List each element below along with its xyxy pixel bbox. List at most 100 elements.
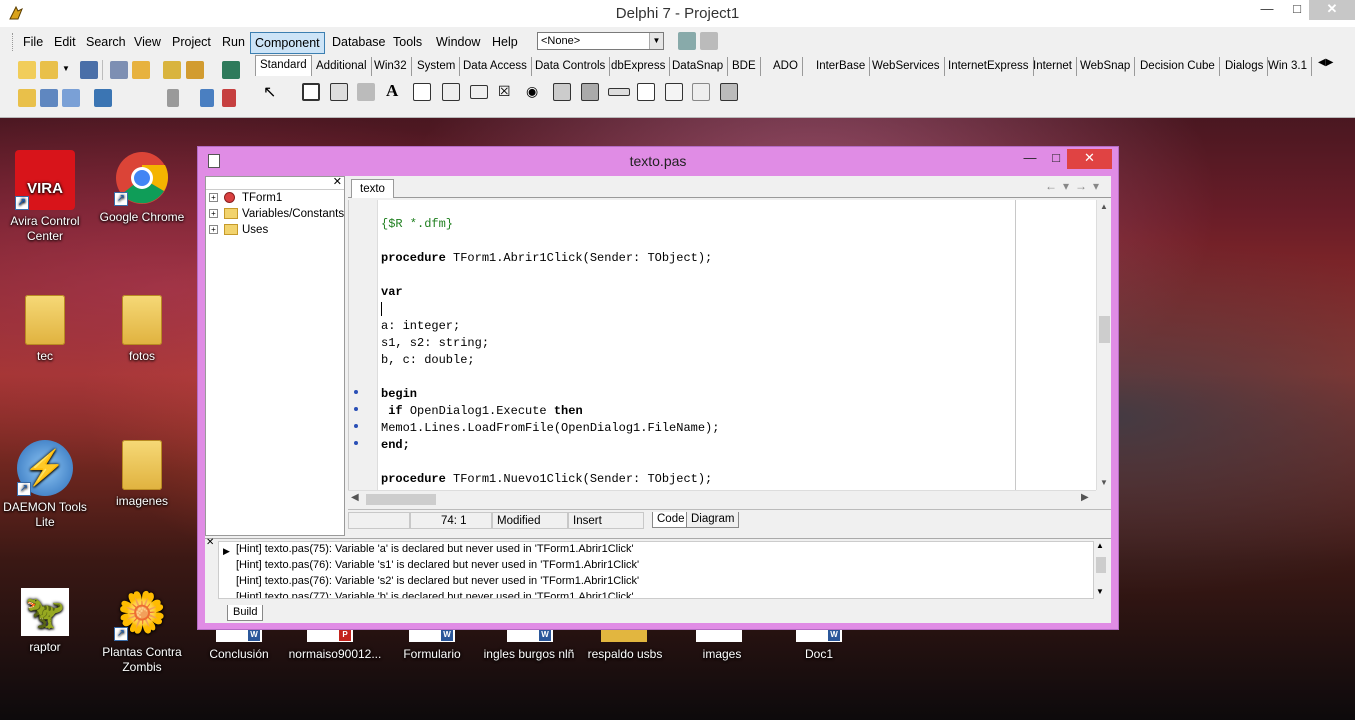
view-form-icon[interactable]	[40, 89, 58, 107]
desktop-icon-conclusion[interactable]: Conclusión	[191, 647, 287, 662]
palette-tab-data-controls[interactable]: Data Controls	[531, 57, 611, 76]
scroll-down-icon[interactable]: ▼	[1096, 587, 1104, 596]
listbox-component-icon[interactable]	[553, 83, 571, 101]
actionlist-component-icon[interactable]	[720, 83, 738, 101]
radiogroup-component-icon[interactable]	[665, 83, 683, 101]
message-line[interactable]: [Hint] texto.pas(76): Variable 's2' is d…	[236, 574, 639, 589]
popupmenu-component-icon[interactable]	[330, 83, 348, 101]
groupbox-component-icon[interactable]	[637, 83, 655, 101]
expand-icon[interactable]: +	[209, 225, 218, 234]
view-unit-icon[interactable]	[18, 89, 36, 107]
palette-tab-internet[interactable]: Internet	[1029, 57, 1077, 76]
messages-scrollbar[interactable]: ▲ ▼	[1094, 541, 1108, 599]
open-icon[interactable]	[40, 61, 58, 79]
save-all-icon[interactable]	[110, 61, 128, 79]
history-nav[interactable]: ←▾→▾	[1045, 179, 1105, 193]
palette-tab-interbase[interactable]: InterBase	[812, 57, 871, 76]
tree-item-uses[interactable]: + Uses	[206, 222, 344, 238]
horizontal-scrollbar[interactable]: ◀ ▶	[348, 490, 1096, 506]
back-arrow-icon[interactable]: ←	[1045, 179, 1063, 193]
close-button[interactable]: ✕	[1309, 0, 1355, 20]
close-icon[interactable]: ✕	[333, 175, 342, 188]
menu-view[interactable]: View	[130, 32, 165, 54]
expand-icon[interactable]: +	[209, 193, 218, 202]
toggle-form-unit-icon[interactable]	[62, 89, 80, 107]
vertical-scrollbar[interactable]: ▲ ▼	[1096, 200, 1111, 490]
edit-component-icon[interactable]	[413, 83, 431, 101]
save-icon[interactable]	[80, 61, 98, 79]
desktop-icon-doc1[interactable]: Doc1	[771, 647, 867, 662]
palette-tab-additional[interactable]: Additional	[312, 57, 372, 76]
close-button[interactable]: ✕	[1067, 149, 1112, 169]
code-editor[interactable]: {$R *.dfm} procedure TForm1.Abrir1Click(…	[348, 200, 1096, 490]
palette-tab-win31[interactable]: Win 3.1	[1264, 57, 1312, 76]
forward-arrow-icon[interactable]: →	[1075, 179, 1093, 193]
menu-tools[interactable]: Tools	[389, 32, 426, 54]
panel-component-icon[interactable]	[692, 83, 710, 101]
menu-component[interactable]: Component	[250, 32, 325, 54]
menu-edit[interactable]: Edit	[50, 32, 80, 54]
scroll-thumb[interactable]	[366, 494, 436, 505]
new-form-icon[interactable]	[94, 89, 112, 107]
memo-component-icon[interactable]	[442, 83, 460, 101]
desktop-icon-imagenes[interactable]: imagenes	[94, 440, 190, 509]
mainmenu-component-icon[interactable]	[302, 83, 320, 101]
gutter[interactable]	[349, 200, 378, 490]
remove-from-project-icon[interactable]	[186, 61, 204, 79]
palette-tab-standard[interactable]: Standard	[255, 55, 312, 76]
palette-tab-dialogs[interactable]: Dialogs	[1221, 57, 1269, 76]
palette-tab-ado[interactable]: ADO	[769, 57, 803, 76]
trace-into-icon[interactable]	[200, 89, 214, 107]
desktop-icon-normaiso[interactable]: normaiso90012...	[287, 647, 383, 662]
palette-tab-dbexpress[interactable]: dbExpress	[607, 57, 671, 76]
add-to-project-icon[interactable]	[163, 61, 181, 79]
tab-build[interactable]: Build	[227, 605, 264, 621]
chevron-down-icon[interactable]: ▼	[649, 33, 663, 49]
message-list[interactable]: ▶ [Hint] texto.pas(75): Variable 'a' is …	[218, 541, 1094, 599]
desktop-layout-combo[interactable]: <None> ▼	[537, 32, 664, 50]
desktop-icon-tec[interactable]: tec	[0, 295, 93, 364]
menu-search[interactable]: Search	[82, 32, 130, 54]
tab-texto[interactable]: texto	[351, 179, 394, 198]
menu-window[interactable]: Window	[432, 32, 484, 54]
scroll-thumb[interactable]	[1096, 557, 1106, 573]
desktop-icon-fotos[interactable]: fotos	[94, 295, 190, 364]
palette-tab-websnap[interactable]: WebSnap	[1076, 57, 1136, 76]
desktop-icon-avira[interactable]: VIRA ↗ Avira Control Center	[0, 150, 93, 244]
palette-tab-internetexpress[interactable]: InternetExpress	[944, 57, 1034, 76]
step-over-icon[interactable]	[222, 89, 236, 107]
desktop-icon-plantas-contra-zombis[interactable]: 🌼 ↗ Plantas Contra Zombis	[94, 585, 190, 675]
button-component-icon[interactable]	[470, 85, 488, 99]
menu-help[interactable]: Help	[488, 32, 522, 54]
scroll-up-icon[interactable]: ▲	[1096, 541, 1104, 550]
desktop-icon-raptor[interactable]: 🦖 raptor	[0, 588, 93, 655]
palette-tab-data-access[interactable]: Data Access	[459, 57, 532, 76]
open-project-icon[interactable]	[132, 61, 150, 79]
menu-file[interactable]: File	[19, 32, 47, 54]
combobox-component-icon[interactable]	[581, 83, 599, 101]
desktop-icon-ingles-burgos[interactable]: ingles burgos nlñ	[481, 647, 577, 662]
label-cursor-icon[interactable]	[357, 83, 375, 101]
close-icon[interactable]: ✕	[206, 537, 214, 548]
palette-tab-bde[interactable]: BDE	[728, 57, 761, 76]
palette-tab-datasnap[interactable]: DataSnap	[668, 57, 729, 76]
chevron-down-icon[interactable]: ▾	[1063, 179, 1075, 193]
scroll-down-icon[interactable]: ▼	[1100, 478, 1108, 487]
palette-scroll-arrows[interactable]: ◀▶	[1318, 57, 1348, 73]
menu-run[interactable]: Run	[218, 32, 249, 54]
desktop-icon-respaldo-usbs[interactable]: respaldo usbs	[577, 647, 673, 662]
set-debug-desktop-icon[interactable]	[700, 32, 718, 50]
palette-tab-webservices[interactable]: WebServices	[868, 57, 945, 76]
scrollbar-component-icon[interactable]	[608, 88, 630, 96]
message-line[interactable]: [Hint] texto.pas(75): Variable 'a' is de…	[236, 542, 634, 557]
toolbar-grip[interactable]	[12, 33, 15, 51]
desktop-icon-formulario[interactable]: Formulario	[384, 647, 480, 662]
new-icon[interactable]	[18, 61, 36, 79]
chevron-down-icon[interactable]: ▾	[1093, 179, 1105, 193]
help-icon[interactable]	[222, 61, 240, 79]
tab-code[interactable]: Code	[652, 512, 690, 528]
message-line[interactable]: [Hint] texto.pas(77): Variable 'b' is de…	[236, 590, 634, 598]
tree-item-variables[interactable]: + Variables/Constants	[206, 206, 344, 222]
pause-icon[interactable]	[167, 89, 179, 107]
save-desktop-icon[interactable]	[678, 32, 696, 50]
